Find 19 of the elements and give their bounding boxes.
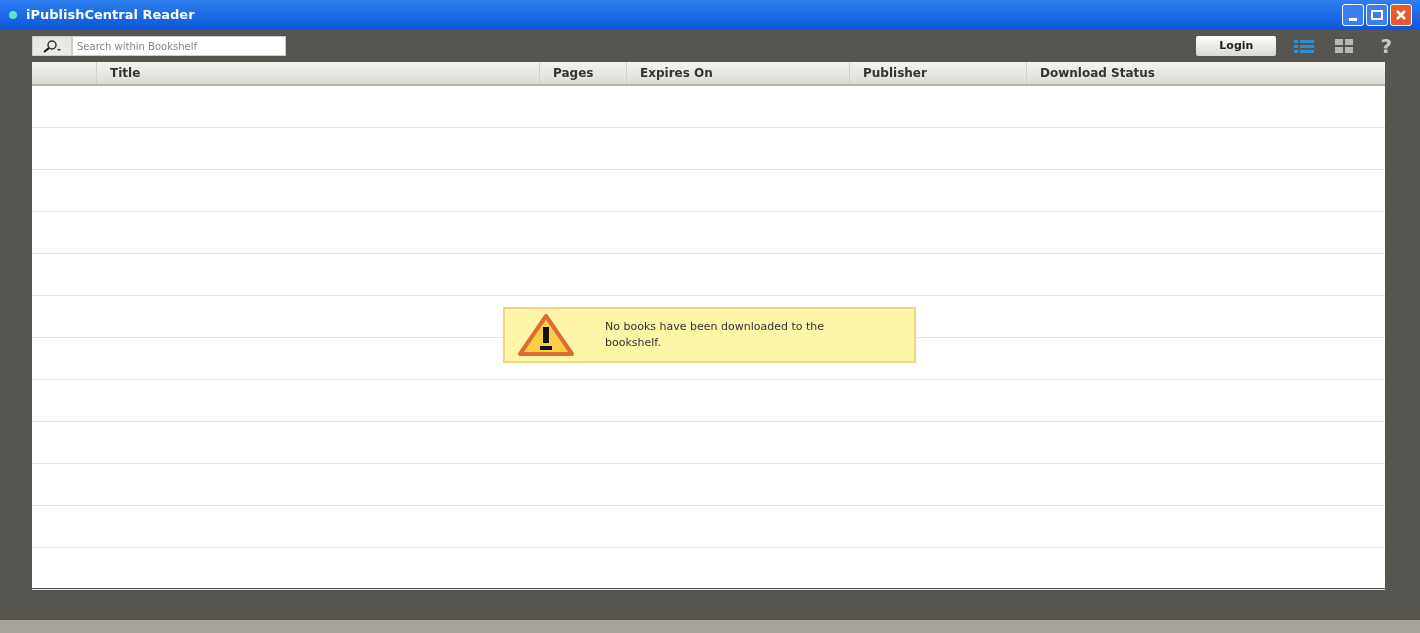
close-button[interactable]	[1390, 4, 1412, 26]
close-icon	[1395, 9, 1407, 21]
minimize-icon	[1349, 18, 1357, 21]
search-field[interactable]: Search within Bookshelf	[72, 36, 286, 56]
column-header[interactable]: Pages	[553, 64, 594, 82]
login-button[interactable]: Login	[1196, 36, 1277, 56]
message-text: No books have been downloaded to the bookshelf.	[605, 319, 825, 351]
column-header[interactable]: Title	[110, 64, 141, 82]
column-header[interactable]: Expires On	[640, 64, 713, 82]
column-header[interactable]: Download Status	[1040, 64, 1155, 82]
maximize-button[interactable]	[1366, 4, 1388, 26]
window-title: iPublishCentral Reader	[26, 6, 195, 25]
search-icon[interactable]	[32, 36, 72, 56]
maximize-icon	[1371, 10, 1383, 20]
help-button[interactable]: ?	[1380, 36, 1392, 56]
warning-icon	[517, 313, 575, 357]
app-icon	[8, 10, 18, 20]
column-header[interactable]: Publisher	[863, 64, 927, 82]
minimize-button[interactable]	[1342, 4, 1364, 26]
